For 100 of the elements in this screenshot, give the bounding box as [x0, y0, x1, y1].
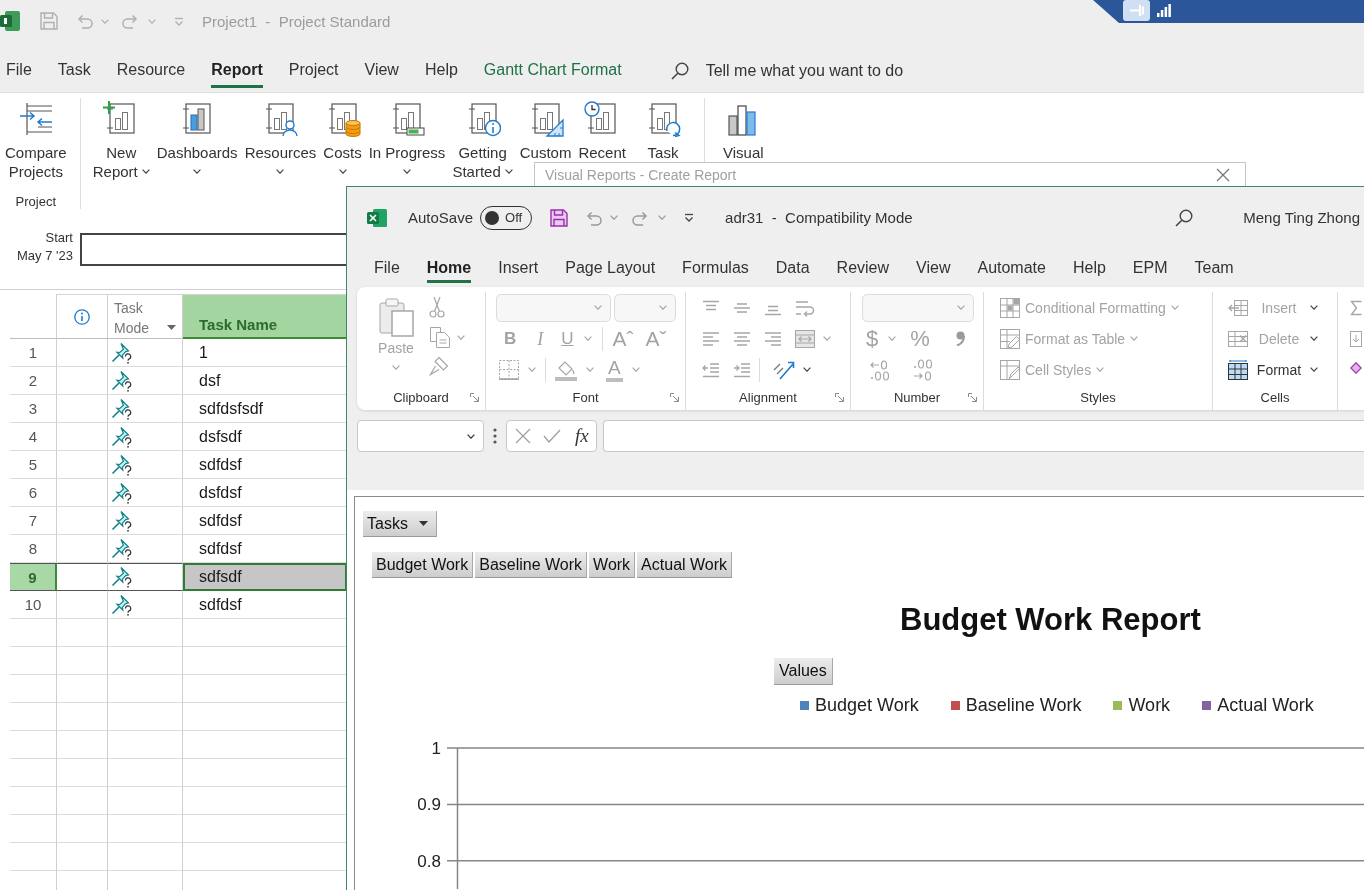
font-size-box[interactable]: [614, 293, 676, 322]
wrap-lines-icon[interactable]: [795, 298, 815, 317]
name-box[interactable]: [357, 420, 484, 452]
save-icon[interactable]: [550, 208, 569, 227]
ribbon-tab[interactable]: Review: [836, 252, 890, 283]
borders-icon[interactable]: [499, 359, 519, 380]
menu-tab[interactable]: Gantt Chart Format: [483, 54, 622, 88]
caret-icon: [803, 367, 811, 372]
ribbon-button[interactable]: Dashboards: [154, 101, 240, 181]
ribbon-button[interactable]: Recent: [576, 101, 628, 162]
caret-icon: [1310, 305, 1318, 310]
corner-arrow-icon[interactable]: [835, 393, 844, 402]
caret-icon: [148, 18, 156, 24]
insert-function-button[interactable]: fx: [575, 425, 589, 447]
decrease-indent-icon[interactable]: [702, 361, 720, 378]
scissors-icon[interactable]: [429, 296, 445, 318]
values-button[interactable]: Values: [774, 658, 833, 685]
info-icon[interactable]: [74, 308, 90, 325]
corner-arrow-icon[interactable]: [670, 393, 679, 402]
undo-icon[interactable]: [584, 209, 603, 226]
field-button[interactable]: Work: [589, 552, 636, 578]
diagonal-arrow-icon[interactable]: [773, 359, 795, 380]
align-left-icon[interactable]: [702, 330, 720, 347]
field-button[interactable]: Baseline Work: [475, 552, 588, 578]
ribbon-tab[interactable]: Team: [1194, 252, 1234, 283]
timeline-label: Start: [45, 229, 73, 247]
row-number[interactable]: 10: [10, 591, 57, 619]
ribbon-tab[interactable]: Help: [1072, 252, 1106, 283]
ribbon-button[interactable]: New Report: [90, 101, 152, 181]
paintbrush-icon[interactable]: [429, 356, 449, 376]
pin-icon[interactable]: [1123, 0, 1150, 21]
report-filter-button[interactable]: Tasks: [363, 511, 437, 537]
row-number[interactable]: 6: [10, 479, 57, 507]
cancel-icon[interactable]: [515, 428, 531, 444]
menu-tab[interactable]: Report: [211, 54, 263, 88]
menu-tab[interactable]: Resource: [116, 54, 186, 88]
align-right-icon[interactable]: [764, 330, 782, 347]
ribbon-button[interactable]: Visual: [720, 101, 766, 162]
row-number[interactable]: 9: [10, 563, 57, 591]
close-icon[interactable]: [1216, 167, 1230, 182]
increase-decimal-icon[interactable]: [912, 358, 934, 381]
vertical-dots-icon[interactable]: [493, 428, 497, 444]
undo-icon[interactable]: [75, 13, 93, 29]
ribbon-tab[interactable]: Formulas: [682, 252, 749, 283]
ribbon-tab[interactable]: Insert: [498, 252, 539, 283]
ribbon-button[interactable]: Format: [1228, 354, 1337, 385]
ribbon-tab[interactable]: Page Layout: [565, 252, 656, 283]
eraser-icon[interactable]: [1350, 362, 1362, 375]
ribbon-tab[interactable]: EPM: [1132, 252, 1168, 283]
search-icon[interactable]: [1175, 208, 1194, 227]
pushpin-question-icon: [111, 481, 133, 504]
ribbon-tab[interactable]: View: [916, 252, 951, 283]
ribbon-button[interactable]: Compare Projects: [3, 101, 69, 181]
menu-tab[interactable]: Help: [424, 54, 458, 88]
copy-icon[interactable]: [429, 326, 451, 348]
ribbon-tab[interactable]: File: [374, 252, 400, 283]
ribbon-button[interactable]: Costs: [321, 101, 364, 181]
corner-arrow-icon[interactable]: [470, 393, 479, 402]
comma-style-icon[interactable]: [955, 331, 965, 346]
spreadsheet-logo-icon: [367, 207, 387, 228]
row-number[interactable]: 1: [10, 339, 57, 367]
row-number[interactable]: 2: [10, 367, 57, 395]
dropdown-arrow-icon[interactable]: [167, 325, 176, 330]
customize-icon[interactable]: [684, 213, 695, 222]
field-button[interactable]: Budget Work: [372, 552, 474, 578]
sigma-icon[interactable]: [1350, 300, 1362, 316]
increase-indent-icon[interactable]: [733, 361, 751, 378]
font-name-box[interactable]: [496, 293, 611, 322]
menu-tab[interactable]: Project: [288, 54, 339, 88]
ribbon-button[interactable]: Custom: [517, 101, 574, 162]
menu-tab[interactable]: Task: [57, 54, 91, 88]
ribbon-tab[interactable]: Automate: [977, 252, 1046, 283]
ribbon-tab[interactable]: Home: [426, 252, 472, 283]
row-number[interactable]: 5: [10, 451, 57, 479]
decrease-decimal-icon[interactable]: [869, 358, 891, 381]
row-number[interactable]: 7: [10, 507, 57, 535]
redo-icon[interactable]: [122, 13, 140, 29]
field-button[interactable]: Actual Work: [637, 552, 733, 578]
column-header[interactable]: Task Name: [183, 294, 347, 339]
ribbon-button[interactable]: In Progress: [366, 101, 448, 181]
ribbon-button[interactable]: Getting Started: [450, 101, 515, 181]
menu-tab[interactable]: File: [6, 54, 32, 88]
align-center-icon[interactable]: [733, 330, 751, 347]
user-name[interactable]: Meng Ting Zhong: [1243, 209, 1360, 226]
row-number[interactable]: 4: [10, 423, 57, 451]
ribbon-tab[interactable]: Data: [775, 252, 810, 283]
merge-cells-icon[interactable]: [795, 329, 815, 348]
row-number[interactable]: 3: [10, 395, 57, 423]
tell-me-field[interactable]: Tell me what you want to do: [705, 62, 946, 80]
corner-arrow-icon[interactable]: [968, 393, 977, 402]
timeline-date: May 7 '23: [17, 247, 73, 265]
search-icon[interactable]: [670, 62, 689, 80]
group-label: Clipboard: [393, 390, 449, 405]
number-format-box[interactable]: [862, 293, 974, 322]
legend-label: Baseline Work: [965, 694, 1082, 716]
check-icon[interactable]: [543, 429, 561, 443]
formula-field[interactable]: [603, 420, 1364, 452]
ribbon-button[interactable]: Resources: [242, 101, 319, 181]
menu-tab[interactable]: View: [364, 54, 399, 88]
ribbon-button[interactable]: Task: [642, 101, 683, 162]
